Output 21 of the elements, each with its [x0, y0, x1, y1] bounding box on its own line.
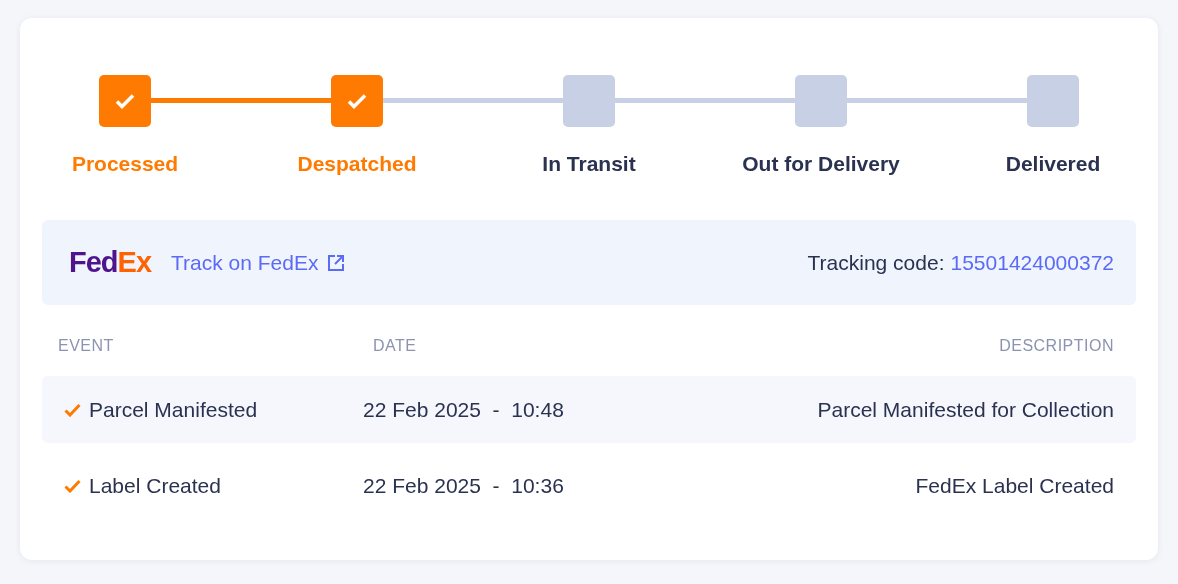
event-name: Label Created — [89, 473, 221, 498]
check-icon — [347, 93, 367, 109]
step-label: In Transit — [542, 152, 636, 176]
event-date: 22 Feb 2025 - 10:36 — [363, 473, 565, 498]
track-link[interactable]: Track on FedEx — [171, 250, 345, 275]
column-header: DESCRIPTION — [998, 337, 1114, 355]
column-header: EVENT — [58, 337, 115, 355]
step-label: Out for Delivery — [742, 152, 900, 176]
step-label: Despatched — [297, 152, 417, 176]
tracking-label: Tracking code: — [807, 250, 945, 275]
event-description: FedEx Label Created — [914, 473, 1114, 498]
event-name: Parcel Manifested — [89, 397, 258, 422]
column-header: DATE — [373, 337, 418, 355]
check-icon — [115, 93, 135, 109]
tracking-code: 15501424000372 — [950, 250, 1114, 275]
step-label: Processed — [71, 152, 179, 176]
event-date: 22 Feb 2025 - 10:48 — [363, 397, 565, 422]
carrier-logo: FedEx — [69, 246, 152, 279]
event-description: Parcel Manifested for Collection — [816, 397, 1114, 422]
step-label: Delivered — [1005, 152, 1101, 176]
external-link-icon — [326, 253, 345, 272]
